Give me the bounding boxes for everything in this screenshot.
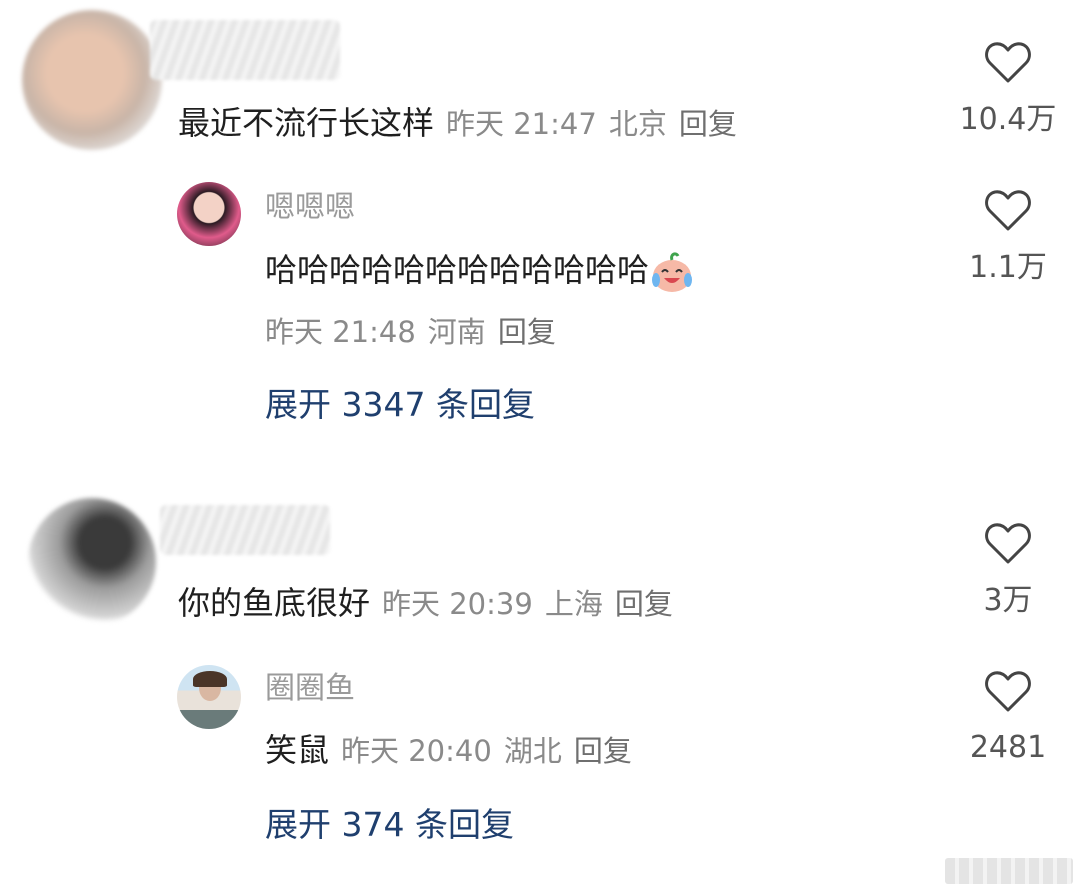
heart-outline-icon [985, 671, 1031, 712]
comment-row: 最近不流行长这样 昨天 21:47 北京 回复 [178, 103, 737, 144]
like-count: 3万 [983, 583, 1033, 618]
comment-time: 昨天 21:47 [446, 107, 597, 141]
comment-text: 你的鱼底很好 [178, 584, 371, 622]
reply-text: 笑鼠 [265, 731, 330, 769]
like-button[interactable] [984, 40, 1032, 88]
comment-location: 北京 [608, 107, 667, 141]
reply-button[interactable]: 回复 [574, 734, 632, 768]
reply-text-row: 哈哈哈哈哈哈哈哈哈哈哈哈 [265, 250, 695, 294]
reply-username[interactable]: 嗯嗯嗯 [265, 188, 355, 228]
comment-time: 昨天 20:39 [382, 587, 533, 621]
reply-time: 昨天 21:48 [265, 315, 416, 349]
reply-username[interactable]: 圈圈鱼 [265, 669, 355, 709]
heart-outline-icon [985, 42, 1031, 83]
like-count: 10.4万 [959, 102, 1057, 137]
like-button[interactable] [984, 521, 1032, 569]
reply-button[interactable]: 回复 [498, 315, 556, 349]
reply-time: 昨天 20:40 [341, 734, 492, 768]
reply-row: 笑鼠 昨天 20:40 湖北 回复 [265, 730, 632, 771]
reply-text: 哈哈哈哈哈哈哈哈哈哈哈哈 [265, 251, 650, 289]
laughing-crying-emoji-icon [649, 250, 695, 294]
avatar[interactable] [177, 182, 241, 246]
reply-location: 湖北 [503, 734, 562, 768]
reply-location: 河南 [427, 315, 486, 349]
comment-location: 上海 [544, 587, 603, 621]
avatar-obscured[interactable] [22, 490, 162, 640]
username-obscured [160, 505, 330, 555]
heart-outline-icon [985, 190, 1031, 231]
like-count: 1.1万 [969, 250, 1047, 285]
heart-outline-icon [985, 523, 1031, 564]
reply-button[interactable]: 回复 [615, 587, 673, 621]
reply-meta-row: 昨天 21:48 河南 回复 [265, 312, 556, 352]
watermark-obscured [945, 858, 1073, 884]
avatar-obscured[interactable] [12, 0, 172, 160]
username-obscured [150, 20, 340, 80]
like-button[interactable] [984, 669, 1032, 717]
expand-replies-link[interactable]: 展开 374 条回复 [265, 803, 514, 847]
reply-button[interactable]: 回复 [679, 107, 737, 141]
expand-replies-link[interactable]: 展开 3347 条回复 [265, 383, 535, 427]
like-button[interactable] [984, 188, 1032, 236]
comment-text: 最近不流行长这样 [178, 104, 435, 142]
like-count: 2481 [969, 730, 1047, 765]
avatar[interactable] [177, 665, 241, 729]
comment-row: 你的鱼底很好 昨天 20:39 上海 回复 [178, 583, 673, 624]
